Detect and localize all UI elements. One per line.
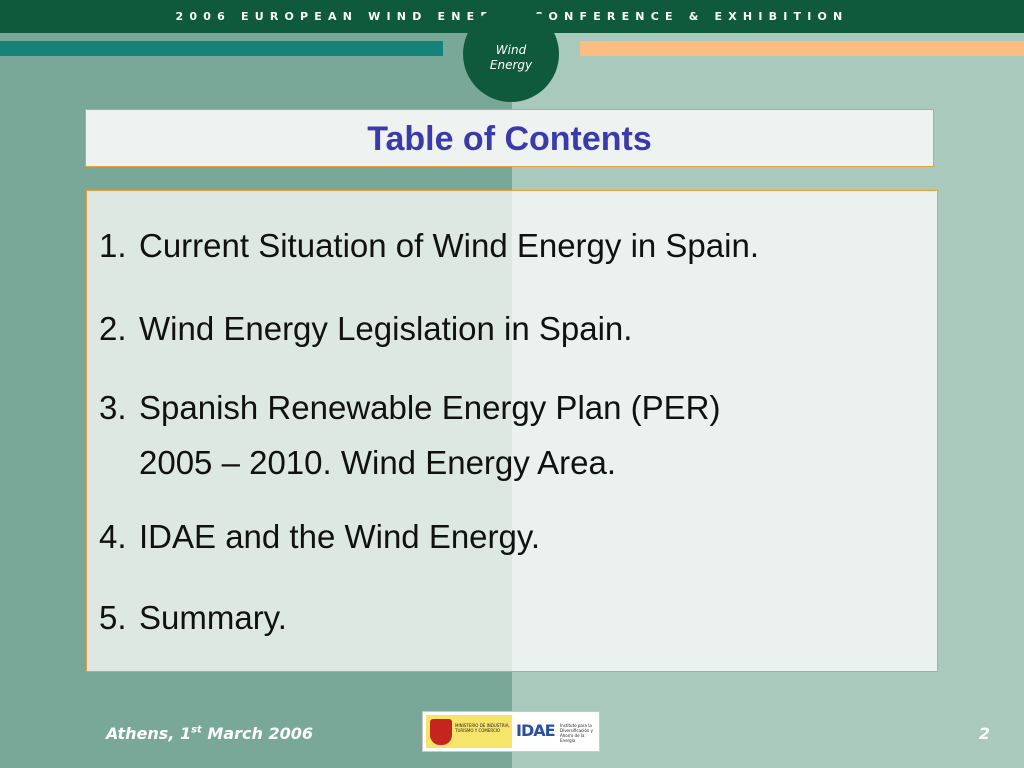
toc-item-number: 2.: [99, 310, 127, 347]
ministry-logo: MINISTERIO DE INDUSTRIA, TURISMO Y COMER…: [426, 715, 512, 748]
badge-line-1: Wind: [495, 43, 527, 57]
idae-logo-mark: IDAE: [516, 721, 556, 740]
toc-item-number: 4.: [99, 518, 127, 555]
idae-logo-text: Instituto para la Diversificación y Ahor…: [560, 723, 593, 743]
toc-item-text: Spanish Renewable Energy Plan (PER): [139, 389, 721, 426]
sponsor-logos: MINISTERIO DE INDUSTRIA, TURISMO Y COMER…: [422, 711, 600, 752]
page-number: 2: [978, 724, 990, 743]
toc-item-text-line-2: 2005 – 2010. Wind Energy Area.: [139, 444, 616, 481]
contents-box: 1. Current Situation of Wind Energy in Sp…: [86, 190, 938, 672]
footer-city: Athens, 1: [106, 724, 192, 743]
toc-item-2: 2. Wind Energy Legislation in Spain.: [99, 301, 632, 356]
toc-item-5: 5. Summary.: [99, 590, 287, 645]
badge-line-2: Energy: [489, 58, 533, 72]
slide-title: Table of Contents: [367, 120, 652, 158]
toc-item-number: 3.: [99, 389, 127, 426]
ministry-logo-text: MINISTERIO DE INDUSTRIA, TURISMO Y COMER…: [455, 723, 510, 733]
toc-item-text: IDAE and the Wind Energy.: [139, 518, 541, 555]
orange-stripe: [580, 41, 1024, 56]
title-box: Table of Contents: [85, 109, 934, 167]
idae-logo: IDAE Instituto para la Diversificación y…: [514, 715, 598, 748]
toc-item-1: 1. Current Situation of Wind Energy in Sp…: [99, 218, 759, 273]
toc-item-text: Current Situation of Wind Energy in Spai…: [139, 227, 759, 264]
toc-item-text: Summary.: [139, 599, 287, 636]
toc-item-number: 5.: [99, 599, 127, 636]
toc-item-3: 3. Spanish Renewable Energy Plan (PER) 20…: [99, 380, 720, 490]
coat-of-arms-icon: [430, 719, 452, 745]
teal-stripe: [0, 41, 443, 56]
wind-energy-badge: Wind Energy: [463, 6, 559, 102]
footer-location-date: Athens, 1st March 2006: [106, 724, 313, 743]
toc-item-4: 4. IDAE and the Wind Energy.: [99, 509, 540, 564]
toc-item-text: Wind Energy Legislation in Spain.: [139, 310, 633, 347]
toc-item-number: 1.: [99, 227, 127, 264]
footer-ordinal: st: [191, 724, 202, 736]
footer-date: March 2006: [201, 724, 313, 743]
